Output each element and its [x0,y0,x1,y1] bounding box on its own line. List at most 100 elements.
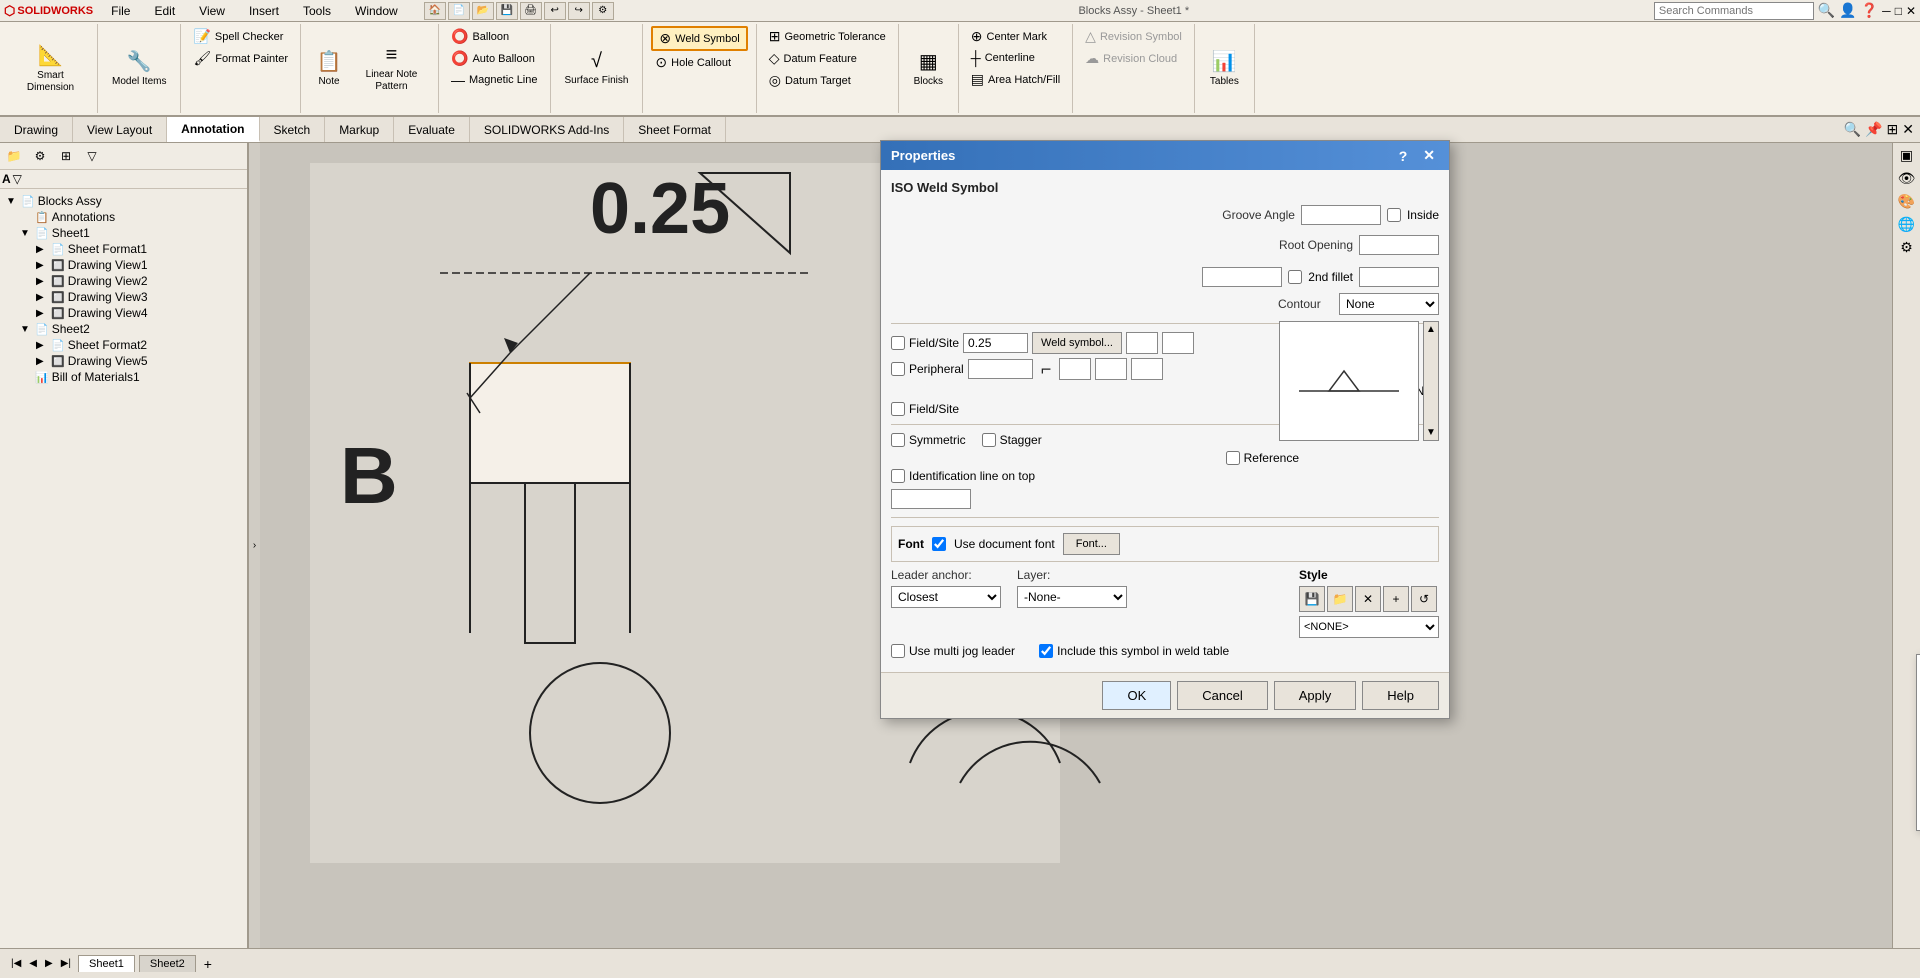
sheet-tab-2[interactable]: Sheet2 [139,955,196,972]
sheet-tab-1[interactable]: Sheet1 [78,955,135,972]
second-fillet-input-right[interactable] [1359,267,1439,287]
config-manager-btn[interactable]: ⊞ [54,145,78,167]
close-icon[interactable]: ✕ [1906,4,1916,18]
tab-sheet-format[interactable]: Sheet Format [624,117,726,142]
peripheral-input[interactable] [968,359,1033,379]
apply-button[interactable]: Apply [1274,681,1357,710]
feature-manager-btn[interactable]: 📁 [2,145,26,167]
dialog-close-btn[interactable]: ✕ [1419,147,1439,164]
pin-icon[interactable]: 📌 [1865,121,1882,138]
font-btn[interactable]: Font... [1063,533,1120,555]
maximize-icon[interactable]: □ [1895,4,1902,18]
peripheral-checkbox[interactable] [891,362,905,376]
field-site-checkbox-2[interactable] [891,402,905,416]
toolbar-print[interactable]: 🖨 [520,2,542,20]
dialog-help-btn[interactable]: ? [1395,148,1412,164]
id-line-checkbox[interactable] [891,469,905,483]
peripheral-extra-1[interactable] [1059,358,1091,380]
minimize-icon[interactable]: ─ [1882,4,1891,18]
contour-select-top[interactable]: None Flat Convex Concave [1339,293,1439,315]
tree-item-drawing-view4[interactable]: ▶ 🔲 Drawing View4 [4,305,243,321]
format-painter-btn[interactable]: 🖌 Format Painter [189,48,292,69]
style-select[interactable]: <NONE> [1299,616,1439,638]
right-icon-5[interactable]: ⚙ [1898,237,1915,258]
toolbar-redo[interactable]: ↪ [568,2,590,20]
include-symbol-checkbox[interactable] [1039,644,1053,658]
help-icon[interactable]: ❓ [1861,2,1878,19]
collapse-tab-icon[interactable]: ✕ [1902,121,1914,138]
add-sheet-btn[interactable]: + [204,956,212,972]
style-load-btn[interactable]: 📁 [1327,586,1353,612]
tree-item-blocks-assy[interactable]: ▼ 📄 Blocks Assy [4,193,243,209]
menu-insert[interactable]: Insert [243,2,285,20]
menu-edit[interactable]: Edit [148,2,181,20]
multi-jog-checkbox[interactable] [891,644,905,658]
menu-view[interactable]: View [193,2,231,20]
tree-item-sheet-format1[interactable]: ▶ 📄 Sheet Format1 [4,241,243,257]
area-hatch-fill-btn[interactable]: ▤ Area Hatch/Fill [967,69,1064,90]
tree-item-annotations[interactable]: ▶ 📋 Annotations [4,209,243,225]
smart-dimension-btn[interactable]: 📐 Smart Dimension [12,39,89,98]
groove-extra-1[interactable] [891,489,971,509]
expand-blocks-assy[interactable]: ▼ [6,196,18,207]
menu-file[interactable]: File [105,2,136,20]
right-icon-1[interactable]: ▣ [1898,145,1915,166]
sheet-prev-btn[interactable]: ◀ [26,957,40,970]
tree-item-drawing-view3[interactable]: ▶ 🔲 Drawing View3 [4,289,243,305]
reference-checkbox[interactable] [1226,451,1240,465]
toolbar-save[interactable]: 💾 [496,2,518,20]
filter-icon-btn[interactable]: ▽ [13,172,22,186]
expand-sheet-format1[interactable]: ▶ [36,244,48,255]
layer-select[interactable]: -None- [1017,586,1127,608]
weld-symbol-btn[interactable]: ⊗ Weld Symbol [651,26,747,51]
note-btn[interactable]: 📋 Note [309,45,349,92]
expand-drawing-view1[interactable]: ▶ [36,260,48,271]
tree-item-drawing-view5[interactable]: ▶ 🔲 Drawing View5 [4,353,243,369]
geometric-tolerance-btn[interactable]: ⊞ Geometric Tolerance [765,26,890,47]
search-icon-tab[interactable]: 🔍 [1844,121,1861,138]
leader-anchor-select[interactable]: Closest Left Right [891,586,1001,608]
surface-finish-btn[interactable]: √ Surface Finish [559,46,635,91]
tab-markup[interactable]: Markup [325,117,394,142]
expand-drawing-view4[interactable]: ▶ [36,308,48,319]
auto-balloon-btn[interactable]: ⭕ Auto Balloon [447,48,542,69]
ok-button[interactable]: OK [1102,681,1171,710]
toolbar-home[interactable]: 🏠 [424,2,446,20]
filter-btn[interactable]: ▽ [80,145,104,167]
second-fillet-input-left[interactable] [1202,267,1282,287]
style-save-btn[interactable]: 💾 [1299,586,1325,612]
tree-item-sheet-format2[interactable]: ▶ 📄 Sheet Format2 [4,337,243,353]
datum-feature-btn[interactable]: ◇ Datum Feature [765,48,890,69]
peripheral-extra-3[interactable] [1131,358,1163,380]
expand-drawing-view3[interactable]: ▶ [36,292,48,303]
search-commands-input[interactable] [1654,2,1814,20]
tree-item-drawing-view2[interactable]: ▶ 🔲 Drawing View2 [4,273,243,289]
cancel-button[interactable]: Cancel [1177,681,1267,710]
stagger-checkbox[interactable] [982,433,996,447]
tab-evaluate[interactable]: Evaluate [394,117,470,142]
scroll-up-btn[interactable]: ▲ [1424,322,1438,337]
right-icon-2[interactable]: 👁 [1896,168,1918,189]
weld-extra-input-2[interactable] [1162,332,1194,354]
inside-checkbox[interactable] [1387,208,1401,222]
weld-symbol-picker-btn[interactable]: Weld symbol... [1032,332,1122,354]
centerline-btn[interactable]: ┼ Centerline [967,48,1064,68]
tab-view-layout[interactable]: View Layout [73,117,167,142]
tree-item-sheet2[interactable]: ▼ 📄 Sheet2 [4,321,243,337]
menu-tools[interactable]: Tools [297,2,337,20]
search-icon[interactable]: 🔍 [1818,2,1835,19]
tree-item-drawing-view1[interactable]: ▶ 🔲 Drawing View1 [4,257,243,273]
field-site-checkbox-1[interactable] [891,336,905,350]
peripheral-extra-2[interactable] [1095,358,1127,380]
expand-icon[interactable]: ⊞ [1887,121,1899,138]
blocks-btn[interactable]: ▦ Blocks [908,45,949,92]
root-opening-input[interactable] [1359,235,1439,255]
property-manager-btn[interactable]: ⚙ [28,145,52,167]
magnetic-line-btn[interactable]: — Magnetic Line [447,70,542,90]
style-add-btn[interactable]: + [1383,586,1409,612]
revision-cloud-btn[interactable]: ☁ Revision Cloud [1081,48,1186,69]
tab-sketch[interactable]: Sketch [260,117,326,142]
weld-extra-input-1[interactable] [1126,332,1158,354]
expand-sheet2[interactable]: ▼ [20,324,32,335]
style-delete-btn[interactable]: ✕ [1355,586,1381,612]
